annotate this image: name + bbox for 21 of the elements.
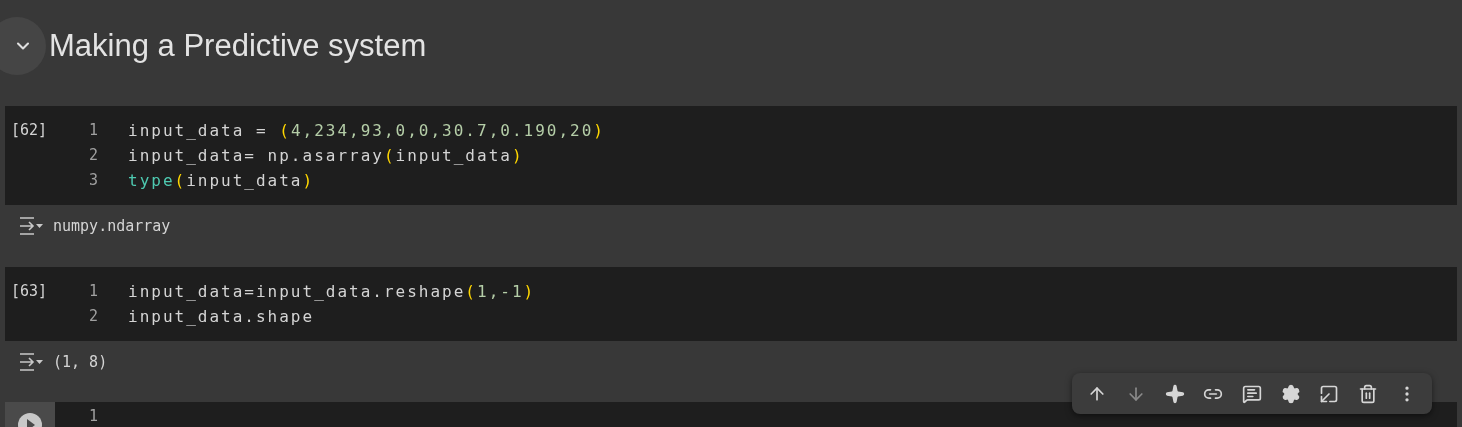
section-heading: Making a Predictive system [49, 26, 427, 65]
code-cell[interactable]: [62] 1 input_data = (4,234,93,0,0,30.7,0.190,20) 2 input_data= np.asarray(input_data) 3 type(input_data) [5, 106, 1457, 205]
code-line: input_data = (4,234,93,0,0,30.7,0.190,20) [128, 120, 605, 142]
code-cell[interactable]: [63] 1 input_data=input_data.reshape(1,-1) 2 input_data.shape [5, 266, 1457, 341]
code-line: input_data=input_data.reshape(1,-1) [128, 280, 536, 303]
line-number: 2 [87, 145, 99, 166]
cell-output: (1, 8) [53, 351, 108, 373]
execution-count: [62] [10, 120, 48, 141]
cell-output: numpy.ndarray [53, 216, 171, 237]
line-number: 2 [87, 305, 99, 327]
line-number: 1 [87, 280, 99, 302]
output-toggle-icon[interactable] [18, 216, 44, 237]
code-line: input_data= np.asarray(input_data) [128, 145, 524, 167]
code-line: type(input_data) [128, 170, 315, 192]
code-line: input_data.shape [128, 305, 315, 328]
run-button[interactable] [17, 412, 43, 427]
output-toggle-icon[interactable] [18, 351, 44, 372]
line-number: 1 [87, 406, 99, 427]
line-number: 1 [87, 120, 99, 141]
execution-count: [63] [10, 280, 48, 302]
line-number: 3 [87, 170, 99, 191]
